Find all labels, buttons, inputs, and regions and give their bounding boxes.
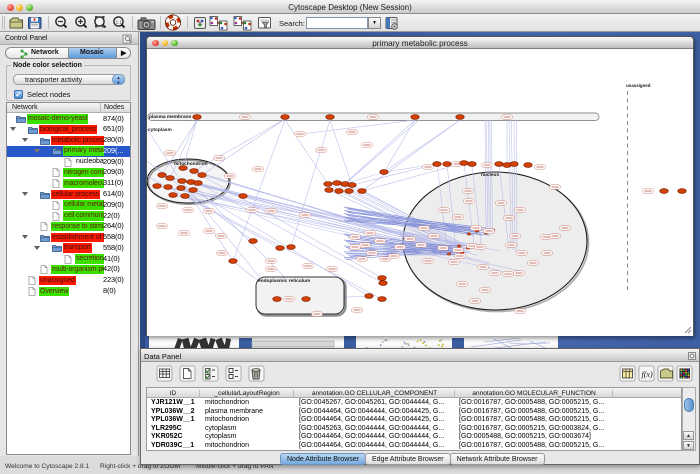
svg-text:cytoplasm: cytoplasm	[148, 127, 172, 133]
svg-text:unassigned: unassigned	[626, 83, 651, 88]
svg-text:f(x): f(x)	[642, 370, 653, 379]
svg-text:nucleus: nucleus	[481, 172, 499, 178]
svg-text:plasma membrane: plasma membrane	[149, 114, 191, 120]
svg-text:1:1: 1:1	[116, 20, 123, 25]
svg-text:mitochondrion: mitochondrion	[174, 161, 208, 167]
svg-text:endoplasmic reticulum: endoplasmic reticulum	[258, 278, 310, 284]
